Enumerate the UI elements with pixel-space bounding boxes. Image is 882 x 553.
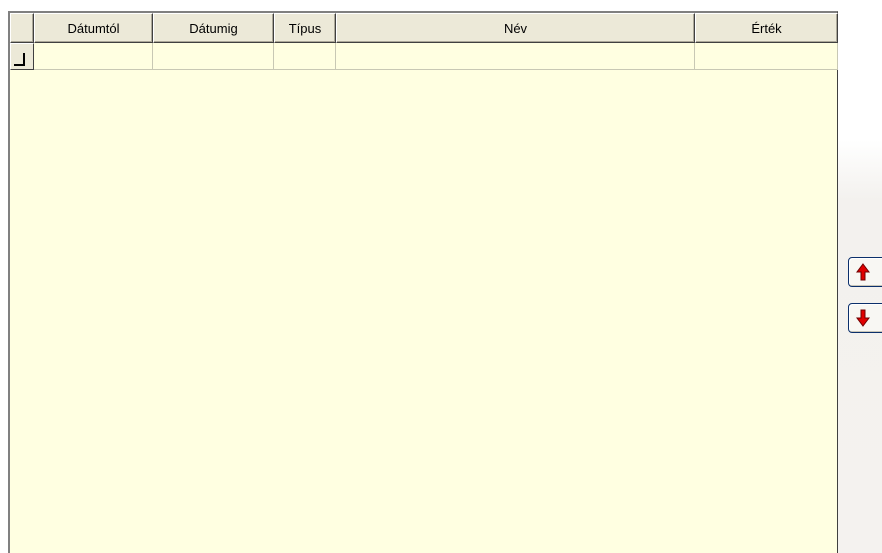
cell-nev[interactable] xyxy=(336,43,695,70)
table-row[interactable] xyxy=(10,43,838,70)
arrow-down-icon xyxy=(856,309,870,327)
arrow-up-icon xyxy=(856,263,870,281)
column-header-datumtol[interactable]: Dátumtól xyxy=(34,13,153,43)
cell-ertek[interactable] xyxy=(695,43,838,70)
cell-tipus[interactable] xyxy=(274,43,336,70)
data-grid[interactable]: Dátumtól Dátumig Típus Név Érték xyxy=(8,11,838,553)
row-selector[interactable] xyxy=(10,43,34,70)
column-header-tipus[interactable]: Típus xyxy=(274,13,336,43)
cell-datumtol[interactable] xyxy=(34,43,153,70)
column-header-datumig[interactable]: Dátumig xyxy=(153,13,274,43)
column-header-nev[interactable]: Név xyxy=(336,13,695,43)
move-down-button[interactable] xyxy=(848,303,882,333)
cell-datumig[interactable] xyxy=(153,43,274,70)
grid-header: Dátumtól Dátumig Típus Név Érték xyxy=(10,13,838,43)
header-corner-cell xyxy=(10,13,34,43)
current-row-indicator-icon xyxy=(14,53,25,66)
column-header-ertek[interactable]: Érték xyxy=(695,13,838,43)
move-up-button[interactable] xyxy=(848,257,882,287)
